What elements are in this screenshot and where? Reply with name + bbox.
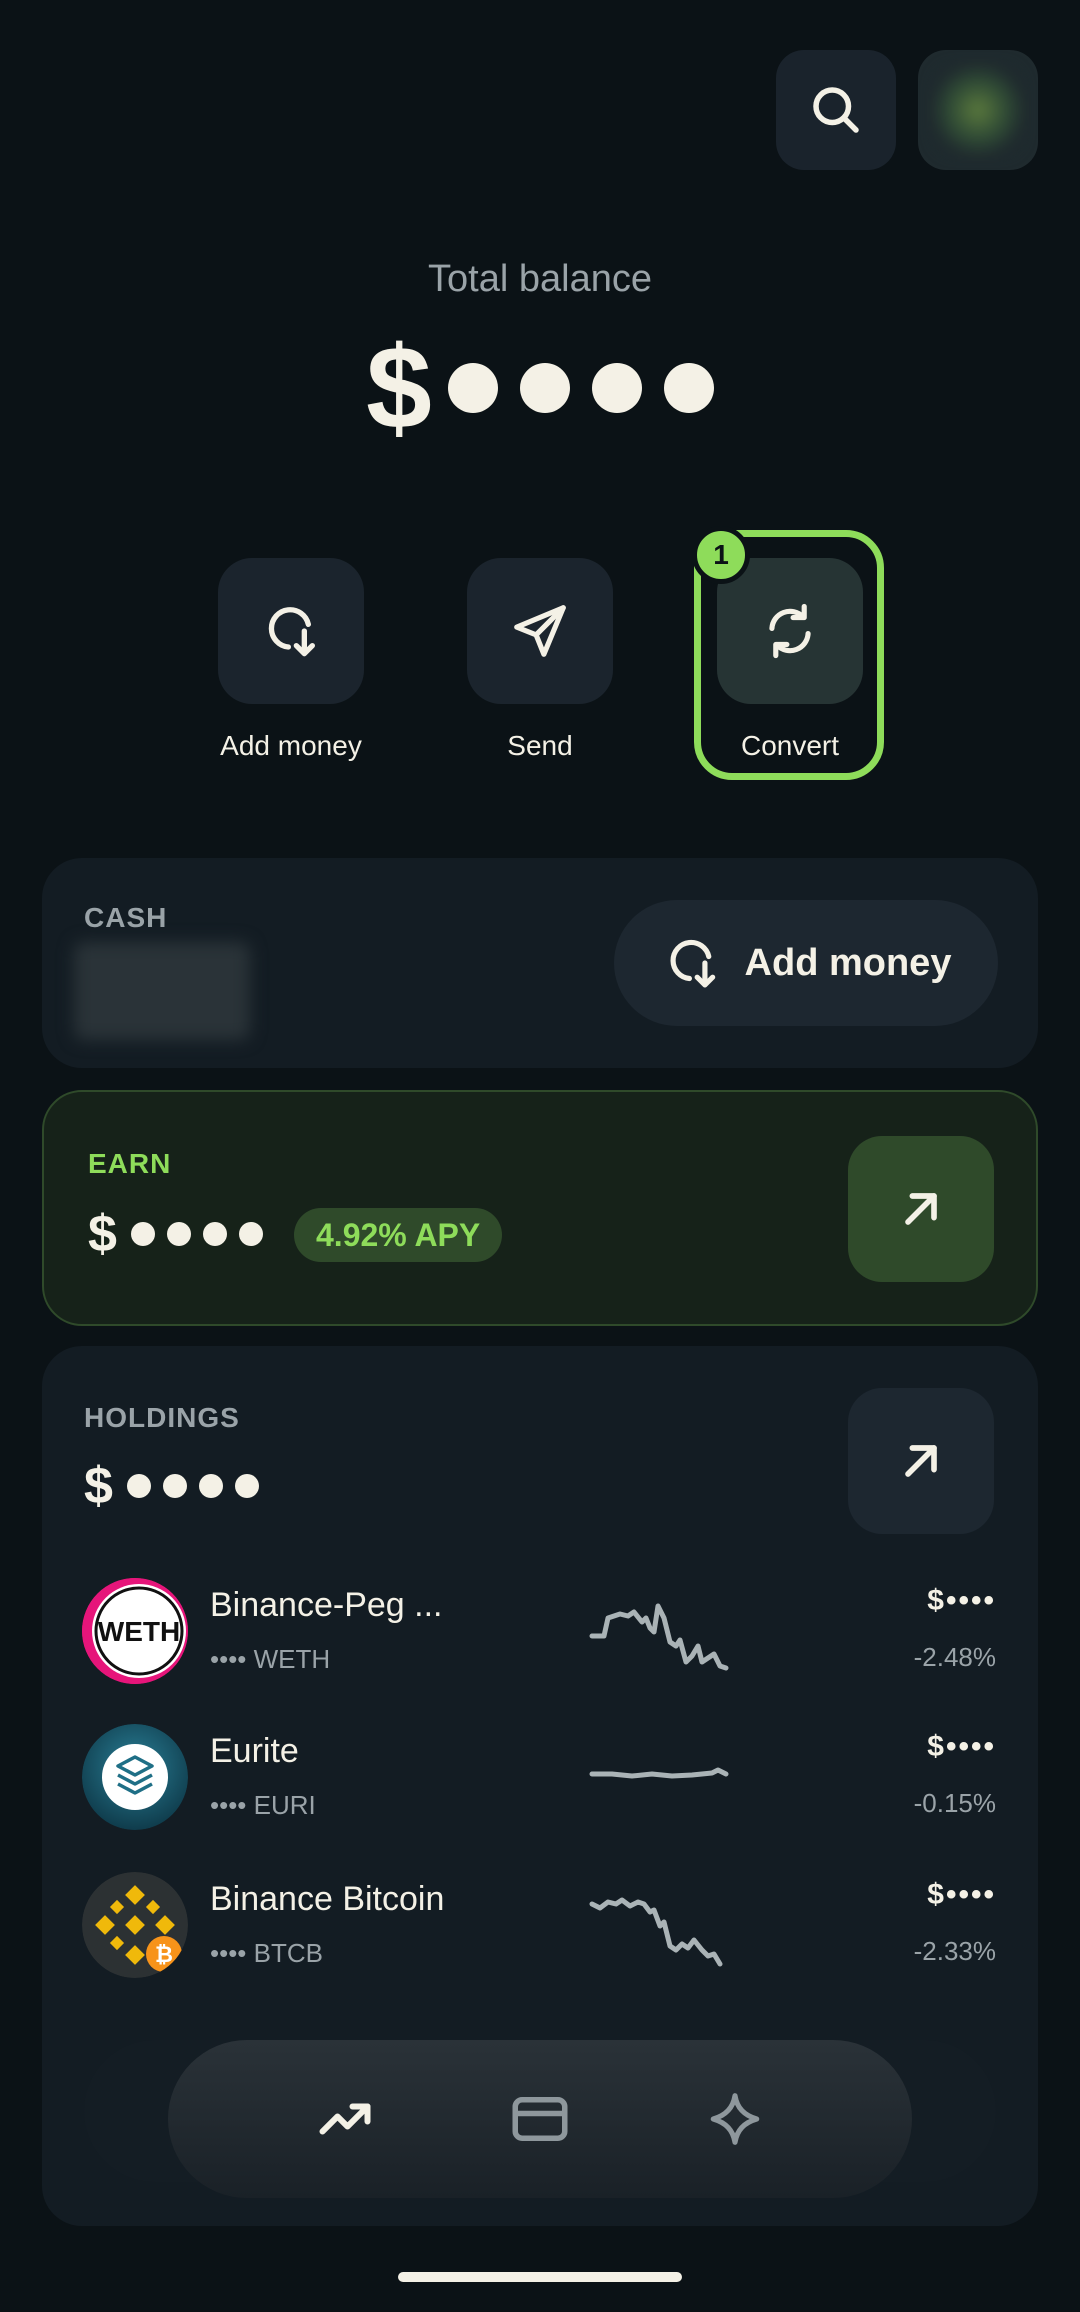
apy-badge: 4.92% APY: [294, 1208, 503, 1262]
holding-value: $••••: [927, 1878, 996, 1911]
avatar: [933, 65, 1023, 155]
holdings-open-button[interactable]: [848, 1388, 994, 1534]
hidden-digit-dot: [663, 363, 714, 413]
avatar-button[interactable]: [918, 50, 1038, 170]
convert-icon: [769, 603, 811, 659]
cash-balance-hidden: [74, 942, 250, 1040]
cash-add-money-button[interactable]: Add money: [614, 900, 998, 1026]
holding-row[interactable]: ₿ Binance Bitcoin •••• BTCB $•••• -2.33%: [42, 1872, 1038, 1982]
earn-label: EARN: [88, 1148, 172, 1179]
holding-value: $••••: [927, 1584, 996, 1617]
cash-card[interactable]: CASH Add money: [42, 858, 1038, 1068]
convert-label: Convert: [740, 730, 840, 761]
hidden-digit-dot: [591, 363, 642, 413]
holdings-balance: $: [84, 1456, 259, 1516]
holding-name: Binance-Peg ...: [210, 1586, 443, 1624]
trending-icon: [319, 2103, 371, 2135]
euri-logo-icon: [82, 1724, 188, 1830]
holding-name: Eurite: [210, 1732, 299, 1770]
holdings-label: HOLDINGS: [84, 1402, 240, 1433]
send-label: Send: [507, 730, 573, 761]
holding-amount: •••• BTCB: [210, 1938, 323, 1968]
convert-tile[interactable]: [717, 558, 863, 704]
btcb-logo-icon: ₿: [82, 1872, 188, 1978]
holding-amount: •••• EURI: [210, 1790, 316, 1820]
convert-action[interactable]: Convert: [715, 558, 865, 762]
total-balance-label: Total balance: [428, 258, 652, 300]
arrow-up-right-icon: [905, 1445, 937, 1477]
cash-add-money-label: Add money: [744, 941, 952, 984]
holding-row[interactable]: Eurite •••• EURI $•••• -0.15%: [42, 1724, 1038, 1834]
currency-symbol: $: [88, 1205, 117, 1263]
hidden-digit-dot: [234, 1474, 259, 1498]
arrow-up-right-icon: [905, 1193, 937, 1225]
holding-sparkline: [589, 1603, 729, 1671]
earn-balance: $: [88, 1204, 263, 1264]
bottom-nav: [168, 2040, 912, 2198]
holding-sparkline: [589, 1767, 729, 1779]
holding-row[interactable]: WETH Binance-Peg ... •••• WETH $•••• -2.…: [42, 1578, 1038, 1688]
card-icon: [512, 2097, 568, 2141]
add-money-action[interactable]: Add money: [216, 558, 366, 762]
holding-change: -0.15%: [913, 1788, 996, 1818]
hidden-digit-dot: [202, 1222, 227, 1246]
home-indicator[interactable]: [398, 2272, 682, 2282]
send-action[interactable]: Send: [465, 558, 615, 762]
currency-symbol: $: [84, 1457, 113, 1515]
weth-logo-text: WETH: [97, 1616, 181, 1647]
total-balance-value: $: [0, 320, 1080, 456]
svg-text:₿: ₿: [155, 1943, 173, 1968]
holding-value: $••••: [927, 1730, 996, 1763]
hidden-digit-dot: [519, 363, 570, 413]
hidden-digit-dot: [198, 1474, 223, 1498]
nav-trending[interactable]: [305, 2079, 385, 2159]
nav-sparkle[interactable]: [695, 2079, 775, 2159]
hidden-digit-dot: [447, 363, 498, 413]
nav-card[interactable]: [500, 2079, 580, 2159]
holding-amount: •••• WETH: [210, 1644, 331, 1674]
holding-change: -2.33%: [913, 1936, 996, 1966]
holding-name: Binance Bitcoin: [210, 1880, 445, 1918]
add-money-icon: [670, 939, 715, 988]
send-icon: [514, 605, 566, 657]
hidden-digit-dot: [162, 1474, 187, 1498]
search-button[interactable]: [776, 50, 896, 170]
hidden-digit-dot: [166, 1222, 191, 1246]
hidden-digit-dot: [238, 1222, 263, 1246]
earn-card[interactable]: EARN $ 4.92% APY: [42, 1090, 1038, 1326]
hidden-digit-dot: [126, 1474, 151, 1498]
weth-logo-icon: WETH: [82, 1578, 188, 1684]
cash-label: CASH: [84, 902, 168, 933]
add-money-label: Add money: [220, 730, 362, 761]
add-money-icon: [268, 607, 315, 657]
currency-symbol: $: [366, 322, 432, 454]
holding-sparkline: [589, 1897, 723, 1967]
add-money-tile[interactable]: [218, 558, 364, 704]
holding-change: -2.48%: [913, 1642, 996, 1672]
step-badge: 1: [692, 526, 750, 584]
earn-open-button[interactable]: [848, 1136, 994, 1282]
search-icon: [813, 87, 859, 133]
sparkle-icon: [710, 2093, 759, 2145]
hidden-digit-dot: [130, 1222, 155, 1246]
send-tile[interactable]: [467, 558, 613, 704]
